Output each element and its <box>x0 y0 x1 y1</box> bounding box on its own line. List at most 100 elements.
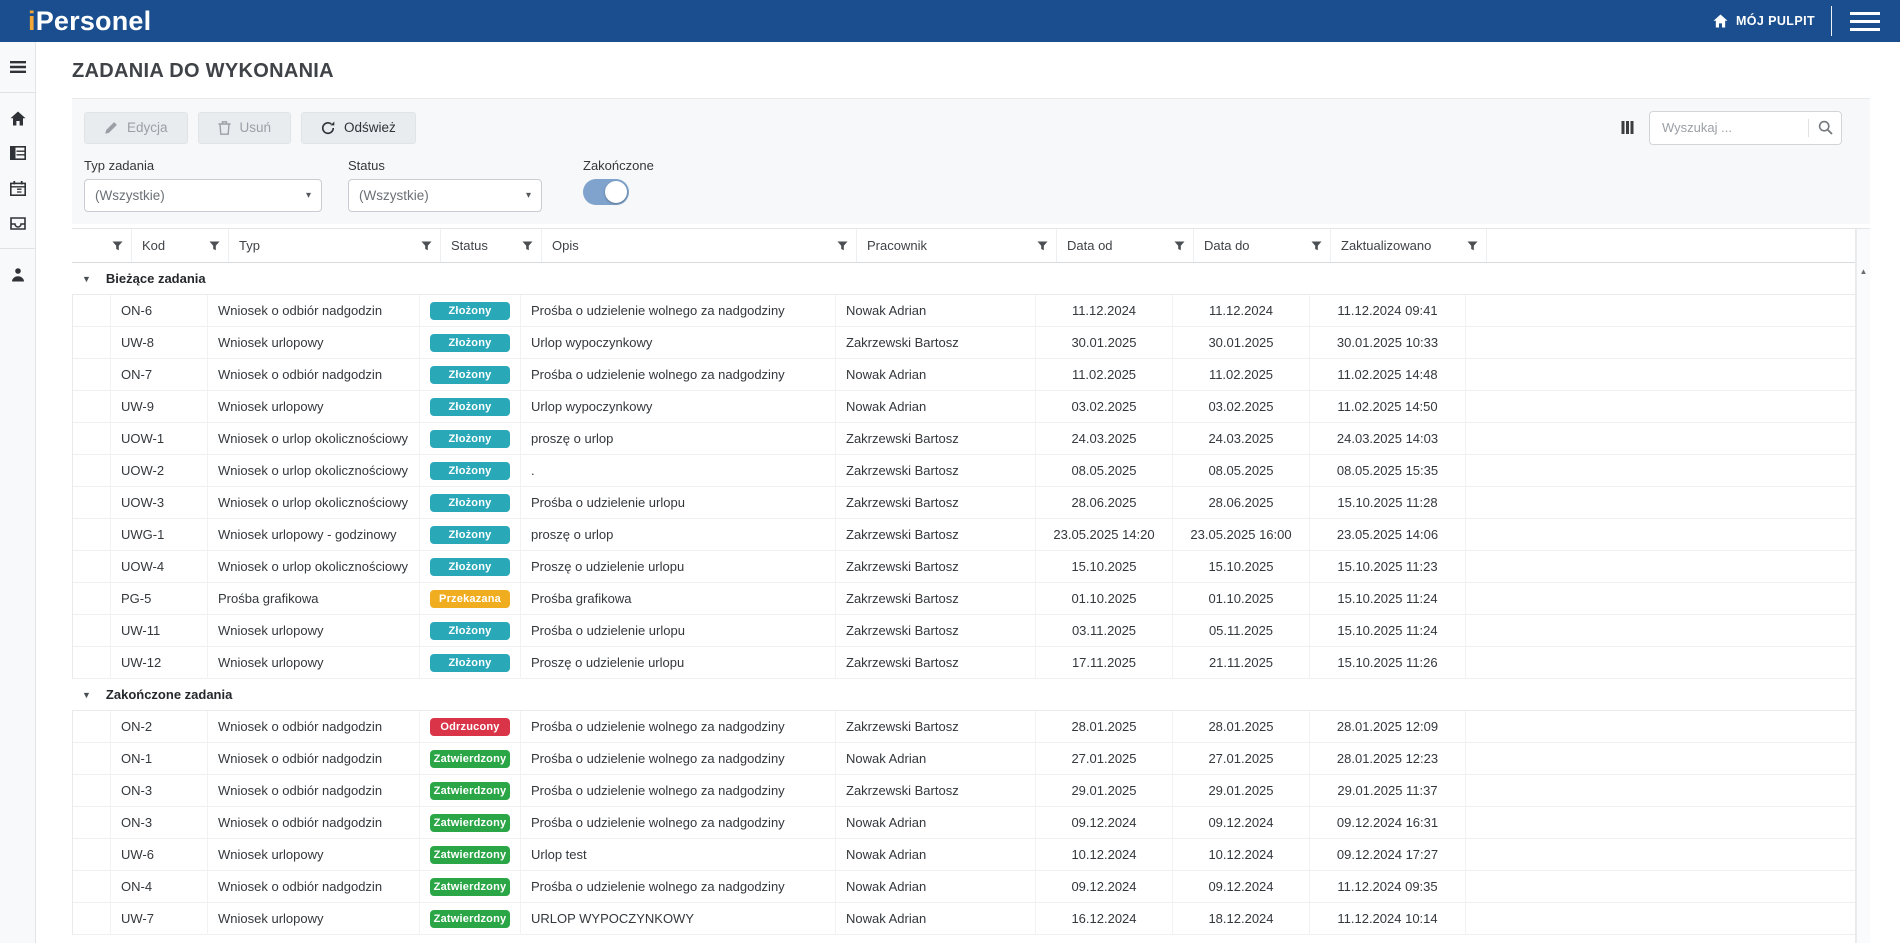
filters-row: Typ zadania (Wszystkie) ▾ Status (Wszyst… <box>84 158 1856 212</box>
column-header-data_od[interactable]: Data od <box>1057 229 1194 262</box>
cell-kod: ON-4 <box>111 871 208 903</box>
group-row[interactable]: ▼Zakończone zadania <box>72 679 1855 711</box>
toolbar-filter-panel: Edycja Usuń <box>72 98 1870 224</box>
table-row[interactable]: UW-7Wniosek urlopowyZatwierdzonyURLOP WY… <box>72 903 1855 935</box>
cell-data_od: 01.10.2025 <box>1036 583 1173 615</box>
column-chooser-icon[interactable] <box>1621 121 1634 134</box>
my-desktop-button[interactable]: MÓJ PULPIT <box>1713 14 1815 28</box>
page-title: ZADANIA DO WYKONANIA <box>72 60 1870 83</box>
table-row[interactable]: UWG-1Wniosek urlopowy - godzinowyZłożony… <box>72 519 1855 551</box>
app-logo[interactable]: iPersonel <box>28 8 151 35</box>
cell-status: Złożony <box>420 295 521 327</box>
collapse-icon[interactable]: ▼ <box>82 690 91 700</box>
filter-icon[interactable] <box>1467 241 1478 251</box>
column-header-kod[interactable]: Kod <box>132 229 229 262</box>
cell-zaktualizowano: 11.12.2024 09:41 <box>1310 295 1466 327</box>
table-row[interactable]: ON-1Wniosek o odbiór nadgodzinZatwierdzo… <box>72 743 1855 775</box>
sidebar-item-calendar[interactable] <box>0 175 36 201</box>
refresh-button[interactable]: Odśwież <box>301 112 416 144</box>
filter-icon[interactable] <box>1311 241 1322 251</box>
table-row[interactable]: UOW-3Wniosek o urlop okolicznościowyZłoż… <box>72 487 1855 519</box>
cell-typ: Wniosek o odbiór nadgodzin <box>208 295 420 327</box>
table-row[interactable]: ON-3Wniosek o odbiór nadgodzinZatwierdzo… <box>72 807 1855 839</box>
edit-button[interactable]: Edycja <box>84 112 188 144</box>
search-input[interactable] <box>1660 119 1808 136</box>
collapse-icon[interactable]: ▼ <box>82 274 91 284</box>
cell-zaktualizowano: 11.02.2025 14:48 <box>1310 359 1466 391</box>
completed-toggle[interactable] <box>583 179 629 205</box>
table-row[interactable]: ON-6Wniosek o odbiór nadgodzinZłożonyPro… <box>72 295 1855 327</box>
column-header-opis[interactable]: Opis <box>542 229 857 262</box>
task-type-select[interactable]: (Wszystkie) ▾ <box>84 179 322 212</box>
filter-icon[interactable] <box>1037 241 1048 251</box>
table-row[interactable]: ON-3Wniosek o odbiór nadgodzinZatwierdzo… <box>72 775 1855 807</box>
table-row[interactable]: UOW-4Wniosek o urlop okolicznościowyZłoż… <box>72 551 1855 583</box>
column-caption: Typ <box>239 238 260 253</box>
cell-data_do: 28.01.2025 <box>1173 711 1310 743</box>
scroll-up-icon[interactable]: ▲ <box>1860 267 1868 276</box>
table-row[interactable]: UW-9Wniosek urlopowyZłożonyUrlop wypoczy… <box>72 391 1855 423</box>
cell-filler <box>1466 871 1855 903</box>
column-header-status[interactable]: Status <box>441 229 542 262</box>
column-header-buttons[interactable] <box>94 229 132 262</box>
filter-icon[interactable] <box>112 241 123 251</box>
delete-button[interactable]: Usuń <box>198 112 292 144</box>
sidebar-item-inbox[interactable] <box>0 210 36 236</box>
cell-kod: UOW-2 <box>111 455 208 487</box>
table-row[interactable]: UOW-2Wniosek o urlop okolicznościowyZłoż… <box>72 455 1855 487</box>
cell-buttons <box>73 359 111 391</box>
table-row[interactable]: UW-12Wniosek urlopowyZłożonyProszę o udz… <box>72 647 1855 679</box>
sidebar-item-home[interactable] <box>0 105 36 131</box>
filter-icon[interactable] <box>1174 241 1185 251</box>
table-row[interactable]: ON-2Wniosek o odbiór nadgodzinOdrzuconyP… <box>72 711 1855 743</box>
filter-icon[interactable] <box>421 241 432 251</box>
cell-data_do: 01.10.2025 <box>1173 583 1310 615</box>
table-row[interactable]: UW-6Wniosek urlopowyZatwierdzonyUrlop te… <box>72 839 1855 871</box>
cell-data_od: 09.12.2024 <box>1036 807 1173 839</box>
cell-zaktualizowano: 29.01.2025 11:37 <box>1310 775 1466 807</box>
cell-buttons <box>73 423 111 455</box>
cell-kod: UOW-3 <box>111 487 208 519</box>
column-header-pracownik[interactable]: Pracownik <box>857 229 1057 262</box>
status-select[interactable]: (Wszystkie) ▾ <box>348 179 542 212</box>
table-row[interactable]: PG-5Prośba grafikowaPrzekazanaProśba gra… <box>72 583 1855 615</box>
cell-data_od: 11.12.2024 <box>1036 295 1173 327</box>
cell-status: Zatwierdzony <box>420 743 521 775</box>
cell-typ: Prośba grafikowa <box>208 583 420 615</box>
cell-pracownik: Nowak Adrian <box>836 391 1036 423</box>
cell-zaktualizowano: 15.10.2025 11:24 <box>1310 615 1466 647</box>
table-row[interactable]: ON-4Wniosek o odbiór nadgodzinZatwierdzo… <box>72 871 1855 903</box>
cell-pracownik: Nowak Adrian <box>836 807 1036 839</box>
sidebar-menu-icon[interactable] <box>0 54 36 80</box>
filter-icon[interactable] <box>209 241 220 251</box>
cell-zaktualizowano: 11.12.2024 10:14 <box>1310 903 1466 935</box>
filter-icon[interactable] <box>837 241 848 251</box>
filter-icon[interactable] <box>522 241 533 251</box>
cell-data_od: 29.01.2025 <box>1036 775 1173 807</box>
cell-data_od: 27.01.2025 <box>1036 743 1173 775</box>
column-caption: Kod <box>142 238 165 253</box>
sidebar-divider <box>0 92 36 93</box>
filter-status: Status (Wszystkie) ▾ <box>348 158 542 212</box>
sidebar-item-user[interactable] <box>0 261 36 287</box>
status-badge: Złożony <box>430 558 510 576</box>
cell-data_do: 30.01.2025 <box>1173 327 1310 359</box>
sidebar-item-list[interactable] <box>0 140 36 166</box>
table-row[interactable]: ON-7Wniosek o odbiór nadgodzinZłożonyPro… <box>72 359 1855 391</box>
vertical-scrollbar[interactable]: ▲ <box>1856 229 1870 943</box>
cell-status: Zatwierdzony <box>420 807 521 839</box>
topbar-divider <box>1831 6 1832 36</box>
table-row[interactable]: UW-11Wniosek urlopowyZłożonyProśba o udz… <box>72 615 1855 647</box>
cell-opis: Urlop wypoczynkowy <box>521 391 836 423</box>
column-header-typ[interactable]: Typ <box>229 229 441 262</box>
menu-toggle-icon[interactable] <box>1848 9 1882 34</box>
cell-buttons <box>73 519 111 551</box>
column-header-data_do[interactable]: Data do <box>1194 229 1331 262</box>
table-row[interactable]: UOW-1Wniosek o urlop okolicznościowyZłoż… <box>72 423 1855 455</box>
table-row[interactable]: UW-8Wniosek urlopowyZłożonyUrlop wypoczy… <box>72 327 1855 359</box>
cell-buttons <box>73 455 111 487</box>
search-button[interactable] <box>1809 120 1841 135</box>
group-row[interactable]: ▼Bieżące zadania <box>72 263 1855 295</box>
refresh-icon <box>321 121 335 135</box>
column-header-zaktualizowano[interactable]: Zaktualizowano <box>1331 229 1487 262</box>
